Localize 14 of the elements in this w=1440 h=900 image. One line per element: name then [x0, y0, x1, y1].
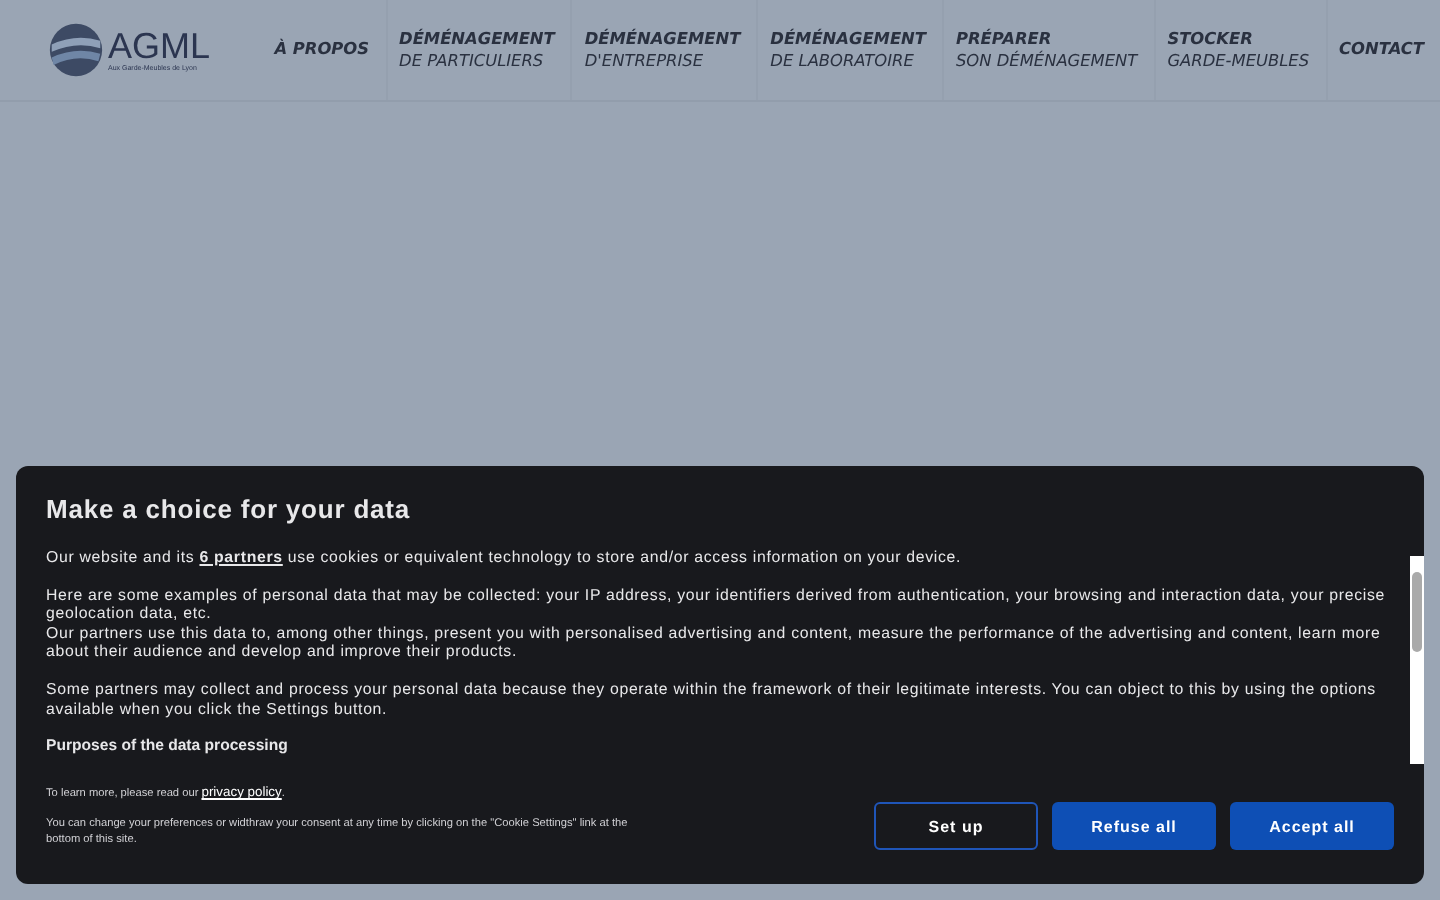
consent-button[interactable]: Refuse all: [1052, 802, 1216, 850]
nav-link[interactable]: CONTACT: [1327, 0, 1440, 100]
nav-link[interactable]: À PROPOS: [262, 0, 388, 100]
nav-link[interactable]: DÉMÉNAGEMENT DE LABORATOIRE: [758, 0, 944, 100]
dialog-title: Make a choice for your data: [44, 492, 413, 524]
nav-link[interactable]: PRÉPARER SON DÉMÉNAGEMENT: [943, 0, 1156, 100]
globe-logo-icon: [48, 22, 104, 78]
logo-name: AGML: [108, 28, 211, 64]
nav-link[interactable]: STOCKER GARDE-MEUBLES: [1155, 0, 1328, 100]
nav-link[interactable]: DÉMÉNAGEMENT DE PARTICULIERS: [387, 0, 573, 100]
scrollbar[interactable]: [1410, 556, 1424, 764]
nav-link[interactable]: DÉMÉNAGEMENT D'ENTREPRISE: [572, 0, 759, 100]
consent-button[interactable]: Set up: [874, 802, 1038, 850]
consent-button[interactable]: Accept all: [1230, 802, 1394, 850]
